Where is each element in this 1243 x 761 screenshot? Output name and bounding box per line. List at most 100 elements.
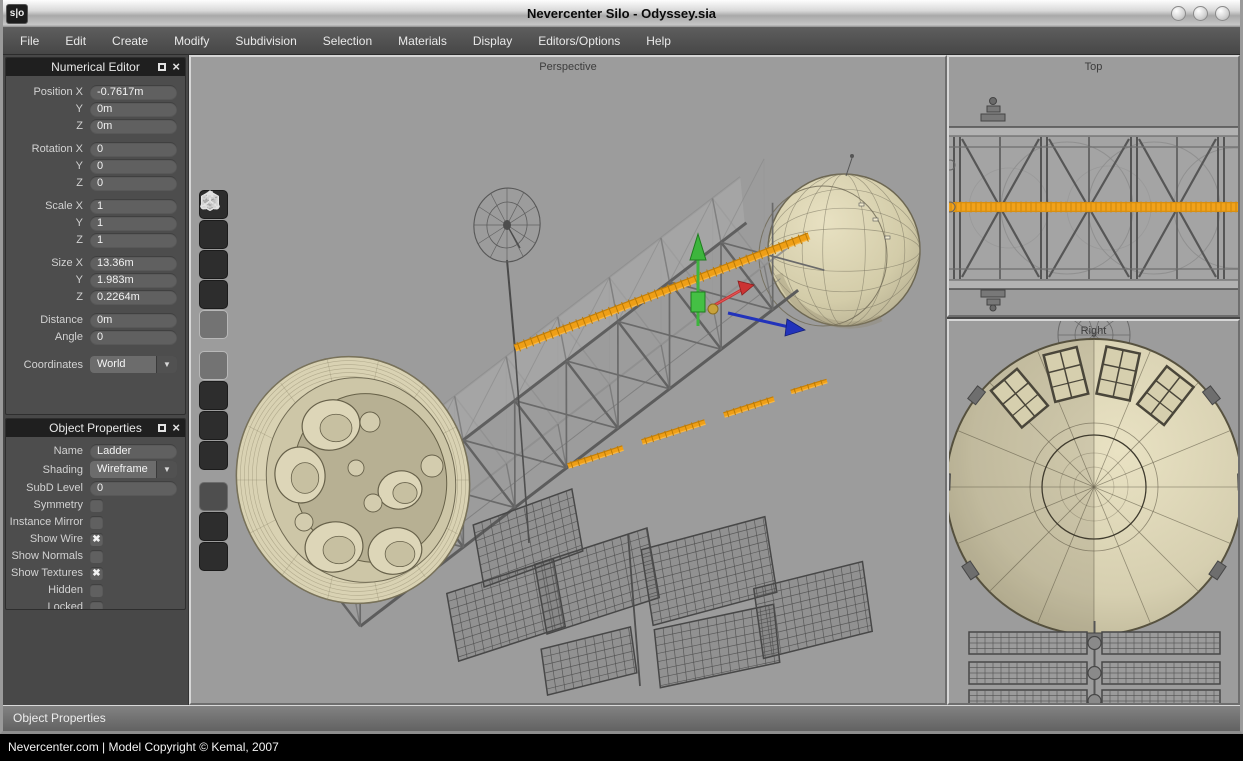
subd-level-label: SubD Level xyxy=(6,482,90,494)
menu-modify[interactable]: Modify xyxy=(161,28,222,54)
top-viewport[interactable]: Top xyxy=(947,55,1240,317)
z-field[interactable]: 0.2264m xyxy=(90,290,177,304)
window-minimize-button[interactable] xyxy=(1171,6,1186,21)
marquee-select-button[interactable] xyxy=(199,512,228,541)
rotate-tool-button[interactable] xyxy=(199,381,228,410)
paint-select-button[interactable] xyxy=(199,482,228,511)
top-view-label: Top xyxy=(949,61,1238,73)
scale-x-field[interactable]: 1 xyxy=(90,199,177,213)
move-tool-button[interactable] xyxy=(199,351,228,380)
z-field[interactable]: 0m xyxy=(90,119,177,133)
solar-panels[interactable] xyxy=(447,489,872,695)
name-field[interactable]: Ladder xyxy=(90,444,177,458)
y-field[interactable]: 0 xyxy=(90,159,177,173)
menu-editors-options[interactable]: Editors/Options xyxy=(525,28,633,54)
shading-label: Shading xyxy=(6,464,90,476)
ladder-selected-object-top[interactable] xyxy=(949,202,1238,213)
size-x-field[interactable]: 13.36m xyxy=(90,256,177,270)
top-view-canvas[interactable] xyxy=(949,57,1238,315)
object-properties-panel: Object Properties × NameLadderShadingWir… xyxy=(5,418,186,610)
main-content: Numerical Editor × Position X-0.7617mY0m… xyxy=(3,55,1240,705)
size-x-row: Size X13.36m xyxy=(6,255,177,271)
perspective-canvas[interactable] xyxy=(191,57,945,703)
scale-tool-button[interactable] xyxy=(199,411,228,440)
perspective-viewport[interactable]: Perspective xyxy=(189,55,947,705)
object-properties-header[interactable]: Object Properties × xyxy=(6,419,185,437)
menu-create[interactable]: Create xyxy=(99,28,161,54)
panel-maximize-icon[interactable] xyxy=(158,63,166,71)
command-sphere-right[interactable] xyxy=(949,339,1238,635)
right-view-canvas[interactable] xyxy=(949,321,1238,703)
window-close-button[interactable] xyxy=(1215,6,1230,21)
footer-bar: Nevercenter.com | Model Copyright © Kema… xyxy=(0,734,1243,761)
position-x-field[interactable]: -0.7617m xyxy=(90,85,177,99)
face-mode-button[interactable] xyxy=(199,250,228,279)
symmetry-checkbox[interactable] xyxy=(90,499,103,512)
chevron-down-icon[interactable]: ▼ xyxy=(156,461,177,478)
locked-label: Locked xyxy=(6,601,90,610)
z-field[interactable]: 1 xyxy=(90,233,177,247)
z-label: Z xyxy=(6,177,90,189)
y-field[interactable]: 0m xyxy=(90,102,177,116)
solar-panels-right[interactable] xyxy=(969,621,1220,703)
y-label: Y xyxy=(6,103,90,115)
object-mode-button[interactable] xyxy=(199,280,228,309)
y-row: Y1.983m xyxy=(6,272,177,288)
engine-section[interactable] xyxy=(207,329,498,631)
shading-value: Wireframe xyxy=(90,461,156,478)
edge-mode-button[interactable] xyxy=(199,220,228,249)
distance-label: Distance xyxy=(6,314,90,326)
hidden-checkbox[interactable] xyxy=(90,584,103,597)
distance-row: Distance0m xyxy=(6,312,177,328)
chevron-down-icon[interactable]: ▼ xyxy=(156,356,177,373)
show-normals-row: Show Normals xyxy=(6,548,177,564)
z-field[interactable]: 0 xyxy=(90,176,177,190)
instance-mirror-checkbox[interactable] xyxy=(90,516,103,529)
show-textures-row: Show Textures✖ xyxy=(6,565,177,581)
title-bar[interactable]: s|o Nevercenter Silo - Odyssey.sia xyxy=(3,0,1240,28)
locked-checkbox[interactable] xyxy=(90,601,103,611)
menu-subdivision[interactable]: Subdivision xyxy=(222,28,309,54)
sidebar: Numerical Editor × Position X-0.7617mY0m… xyxy=(3,55,189,705)
y-label: Y xyxy=(6,217,90,229)
show-normals-checkbox[interactable] xyxy=(90,550,103,563)
y-field[interactable]: 1 xyxy=(90,216,177,230)
locked-row: Locked xyxy=(6,599,177,610)
universal-manipulator-button[interactable] xyxy=(199,441,228,470)
menu-display[interactable]: Display xyxy=(460,28,525,54)
z-label: Z xyxy=(6,291,90,303)
subd-level-field[interactable]: 0 xyxy=(90,481,177,495)
coordinates-row: CoordinatesWorld▼ xyxy=(6,355,177,374)
y-row: Y1 xyxy=(6,215,177,231)
menu-edit[interactable]: Edit xyxy=(52,28,99,54)
angle-field[interactable]: 0 xyxy=(90,330,177,344)
distance-field[interactable]: 0m xyxy=(90,313,177,327)
lasso-icon xyxy=(199,190,221,212)
z-label: Z xyxy=(6,120,90,132)
y-field[interactable]: 1.983m xyxy=(90,273,177,287)
shading-dropdown[interactable]: Wireframe▼ xyxy=(90,461,177,478)
app-window: s|o Nevercenter Silo - Odyssey.sia FileE… xyxy=(0,0,1243,734)
menu-materials[interactable]: Materials xyxy=(385,28,460,54)
rotation-x-field[interactable]: 0 xyxy=(90,142,177,156)
lasso-select-button[interactable] xyxy=(199,542,228,571)
right-viewport[interactable]: Right xyxy=(947,319,1240,705)
window-buttons xyxy=(1171,6,1230,21)
menu-file[interactable]: File xyxy=(7,28,52,54)
panel-close-icon[interactable]: × xyxy=(172,423,180,433)
menu-help[interactable]: Help xyxy=(633,28,684,54)
numerical-editor-header[interactable]: Numerical Editor × xyxy=(6,58,185,76)
name-label: Name xyxy=(6,445,90,457)
menu-selection[interactable]: Selection xyxy=(310,28,385,54)
show-wire-checkbox[interactable]: ✖ xyxy=(90,533,103,546)
multi-mode-button[interactable] xyxy=(199,310,228,339)
y-label: Y xyxy=(6,160,90,172)
coordinates-dropdown[interactable]: World▼ xyxy=(90,356,177,373)
panel-close-icon[interactable]: × xyxy=(172,62,180,72)
hull-tab-icon xyxy=(949,474,950,490)
window-maximize-button[interactable] xyxy=(1193,6,1208,21)
panel-maximize-icon[interactable] xyxy=(158,424,166,432)
show-textures-checkbox[interactable]: ✖ xyxy=(90,567,103,580)
coordinates-label: Coordinates xyxy=(6,359,90,371)
angle-row: Angle0 xyxy=(6,329,177,345)
